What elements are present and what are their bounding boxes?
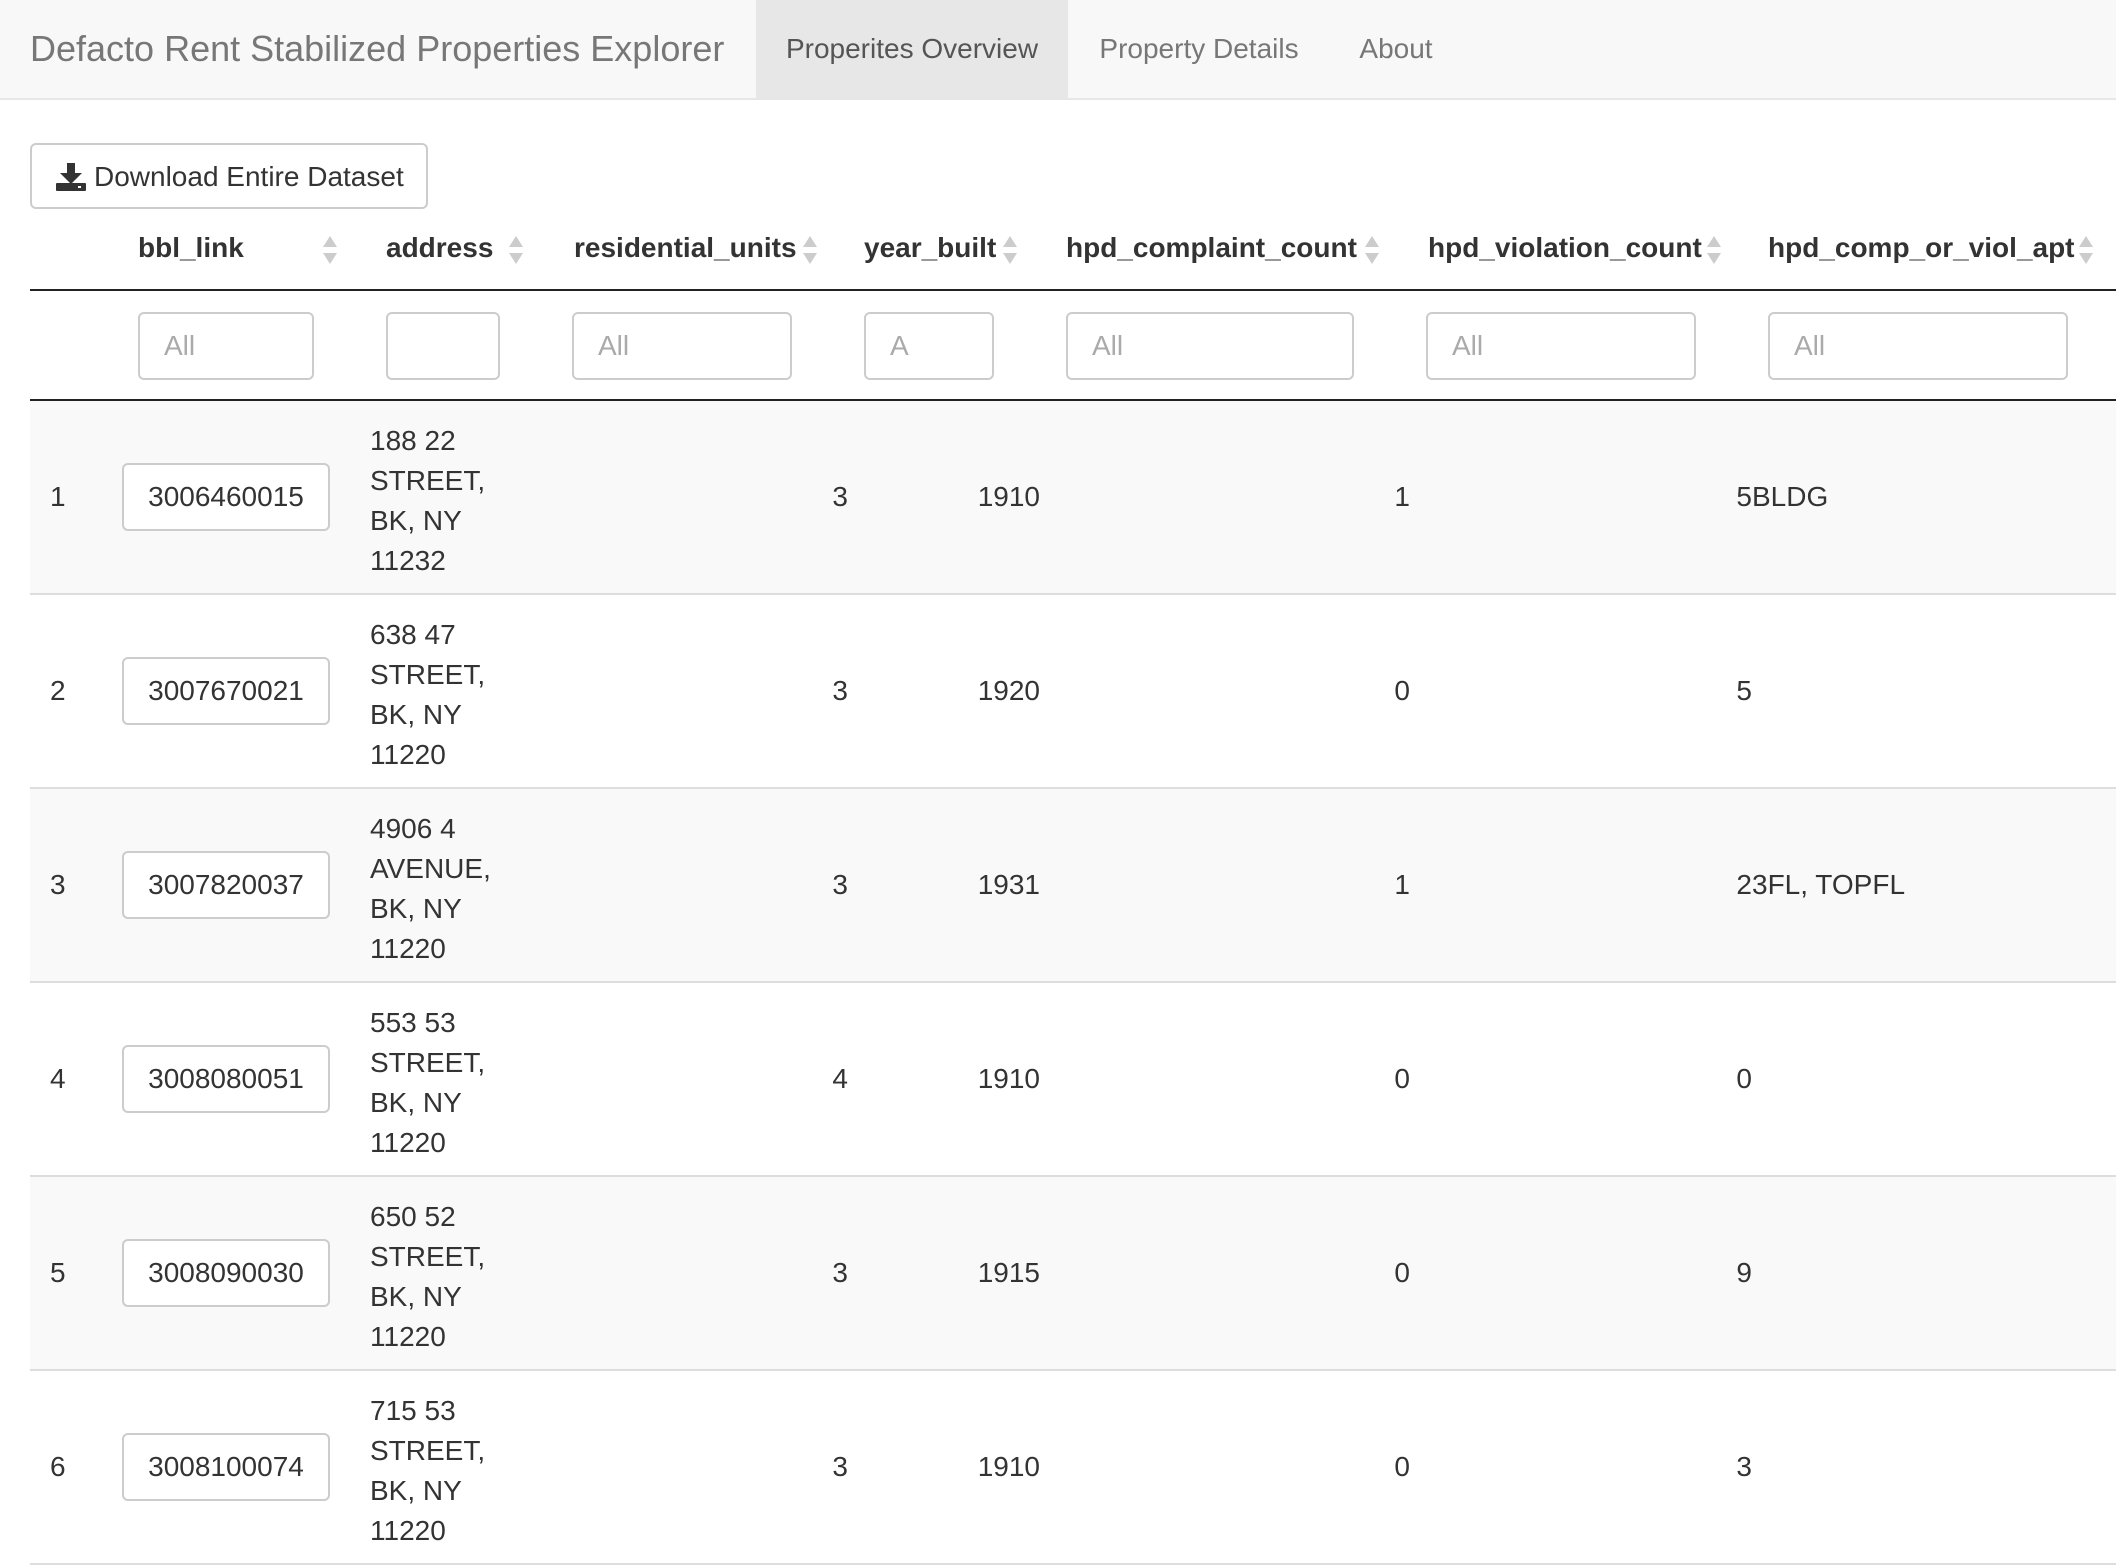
filter-address[interactable] [386, 312, 500, 380]
table-row: 6 3008100074 715 53 STREET, BK, NY 11220… [30, 1371, 2116, 1565]
sort-icon[interactable] [508, 234, 524, 266]
address-cell: 553 53 STREET, BK, NY 11220 [370, 1007, 486, 1158]
row-number: 4 [50, 1063, 66, 1094]
residential-units-cell: 3 [832, 1451, 848, 1482]
complaint-count-cell: 0 [1394, 1063, 1410, 1094]
download-icon [56, 163, 86, 198]
sort-icon[interactable] [2078, 234, 2094, 266]
address-cell: 638 47 STREET, BK, NY 11220 [370, 619, 486, 770]
column-header-hpd-complaint-count[interactable]: hpd_complaint_count [1066, 232, 1357, 264]
residential-units-cell: 3 [832, 481, 848, 512]
bbl-link-button[interactable]: 3007820037 [122, 851, 330, 919]
violation-count-cell: 5 [1736, 675, 1752, 706]
residential-units-cell: 4 [832, 1063, 848, 1094]
column-header-bbl-link[interactable]: bbl_link [138, 232, 244, 264]
bbl-link-button[interactable]: 3007670021 [122, 657, 330, 725]
sort-icon[interactable] [1002, 234, 1018, 266]
year-built-cell: 1910 [977, 1451, 1040, 1482]
bbl-link-button[interactable]: 3008080051 [122, 1045, 330, 1113]
address-cell: 715 53 STREET, BK, NY 11220 [370, 1395, 486, 1546]
filter-hpd-complaint-count[interactable] [1066, 312, 1354, 380]
header-divider [30, 289, 2116, 291]
app-title: Defacto Rent Stabilized Properties Explo… [30, 28, 725, 69]
complaint-count-cell: 1 [1394, 869, 1410, 900]
download-dataset-label: Download Entire Dataset [94, 161, 404, 192]
column-header-residential-units[interactable]: residential_units [574, 232, 797, 264]
year-built-cell: 1910 [977, 481, 1040, 512]
row-number: 1 [50, 481, 66, 512]
complaint-count-cell: 0 [1394, 1257, 1410, 1288]
complaint-count-cell: 1 [1394, 481, 1410, 512]
sort-icon[interactable] [1706, 234, 1722, 266]
year-built-cell: 1915 [977, 1257, 1040, 1288]
year-built-cell: 1910 [977, 1063, 1040, 1094]
tab-property-details[interactable]: Property Details [1068, 0, 1330, 98]
bbl-link-button[interactable]: 3006460015 [122, 463, 330, 531]
sort-icon[interactable] [1364, 234, 1380, 266]
bbl-link-button[interactable]: 3008090030 [122, 1239, 330, 1307]
column-header-hpd-violation-count[interactable]: hpd_violation_count [1428, 232, 1702, 264]
tab-about[interactable]: About [1330, 0, 1462, 98]
tab-properties-overview[interactable]: Properites Overview [756, 0, 1068, 98]
table-row: 2 3007670021 638 47 STREET, BK, NY 11220… [30, 595, 2116, 789]
address-cell: 188 22 STREET, BK, NY 11232 [370, 425, 486, 576]
row-number: 2 [50, 675, 66, 706]
sort-icon[interactable] [322, 234, 338, 266]
filter-hpd-violation-count[interactable] [1426, 312, 1696, 380]
filter-hpd-comp-or-viol-apt[interactable] [1768, 312, 2068, 380]
table-row: 5 3008090030 650 52 STREET, BK, NY 11220… [30, 1177, 2116, 1371]
residential-units-cell: 3 [832, 675, 848, 706]
violation-count-cell: 5 [1736, 481, 1752, 512]
column-header-year-built[interactable]: year_built [864, 232, 996, 264]
comp-or-viol-apt-cell: BLDG [1752, 481, 1829, 512]
filter-year-built[interactable] [864, 312, 994, 380]
bbl-link-button[interactable]: 3008100074 [122, 1433, 330, 1501]
residential-units-cell: 3 [832, 1257, 848, 1288]
navbar: Defacto Rent Stabilized Properties Explo… [0, 0, 2116, 100]
violation-count-cell: 3 [1736, 1451, 1752, 1482]
address-cell: 4906 4 AVENUE, BK, NY 11220 [370, 813, 491, 964]
table-row: 3 3007820037 4906 4 AVENUE, BK, NY 11220… [30, 789, 2116, 983]
violation-count-cell: 0 [1736, 1063, 1752, 1094]
column-header-hpd-comp-or-viol-apt[interactable]: hpd_comp_or_viol_apt [1768, 232, 2075, 264]
filter-residential-units[interactable] [572, 312, 792, 380]
column-header-address[interactable]: address [386, 232, 493, 264]
table-row: 4 3008080051 553 53 STREET, BK, NY 11220… [30, 983, 2116, 1177]
filter-bbl-link[interactable] [138, 312, 314, 380]
complaint-count-cell: 0 [1394, 675, 1410, 706]
row-number: 6 [50, 1451, 66, 1482]
address-cell: 650 52 STREET, BK, NY 11220 [370, 1201, 486, 1352]
comp-or-viol-apt-cell: 3FL, TOPFL [1752, 869, 1906, 900]
violation-count-cell: 9 [1736, 1257, 1752, 1288]
year-built-cell: 1931 [977, 869, 1040, 900]
row-number: 5 [50, 1257, 66, 1288]
download-dataset-button[interactable]: Download Entire Dataset [30, 143, 428, 209]
sort-icon[interactable] [802, 234, 818, 266]
complaint-count-cell: 0 [1394, 1451, 1410, 1482]
table-row: 1 3006460015 188 22 STREET, BK, NY 11232… [30, 401, 2116, 595]
residential-units-cell: 3 [832, 869, 848, 900]
year-built-cell: 1920 [977, 675, 1040, 706]
row-number: 3 [50, 869, 66, 900]
violation-count-cell: 2 [1736, 869, 1752, 900]
